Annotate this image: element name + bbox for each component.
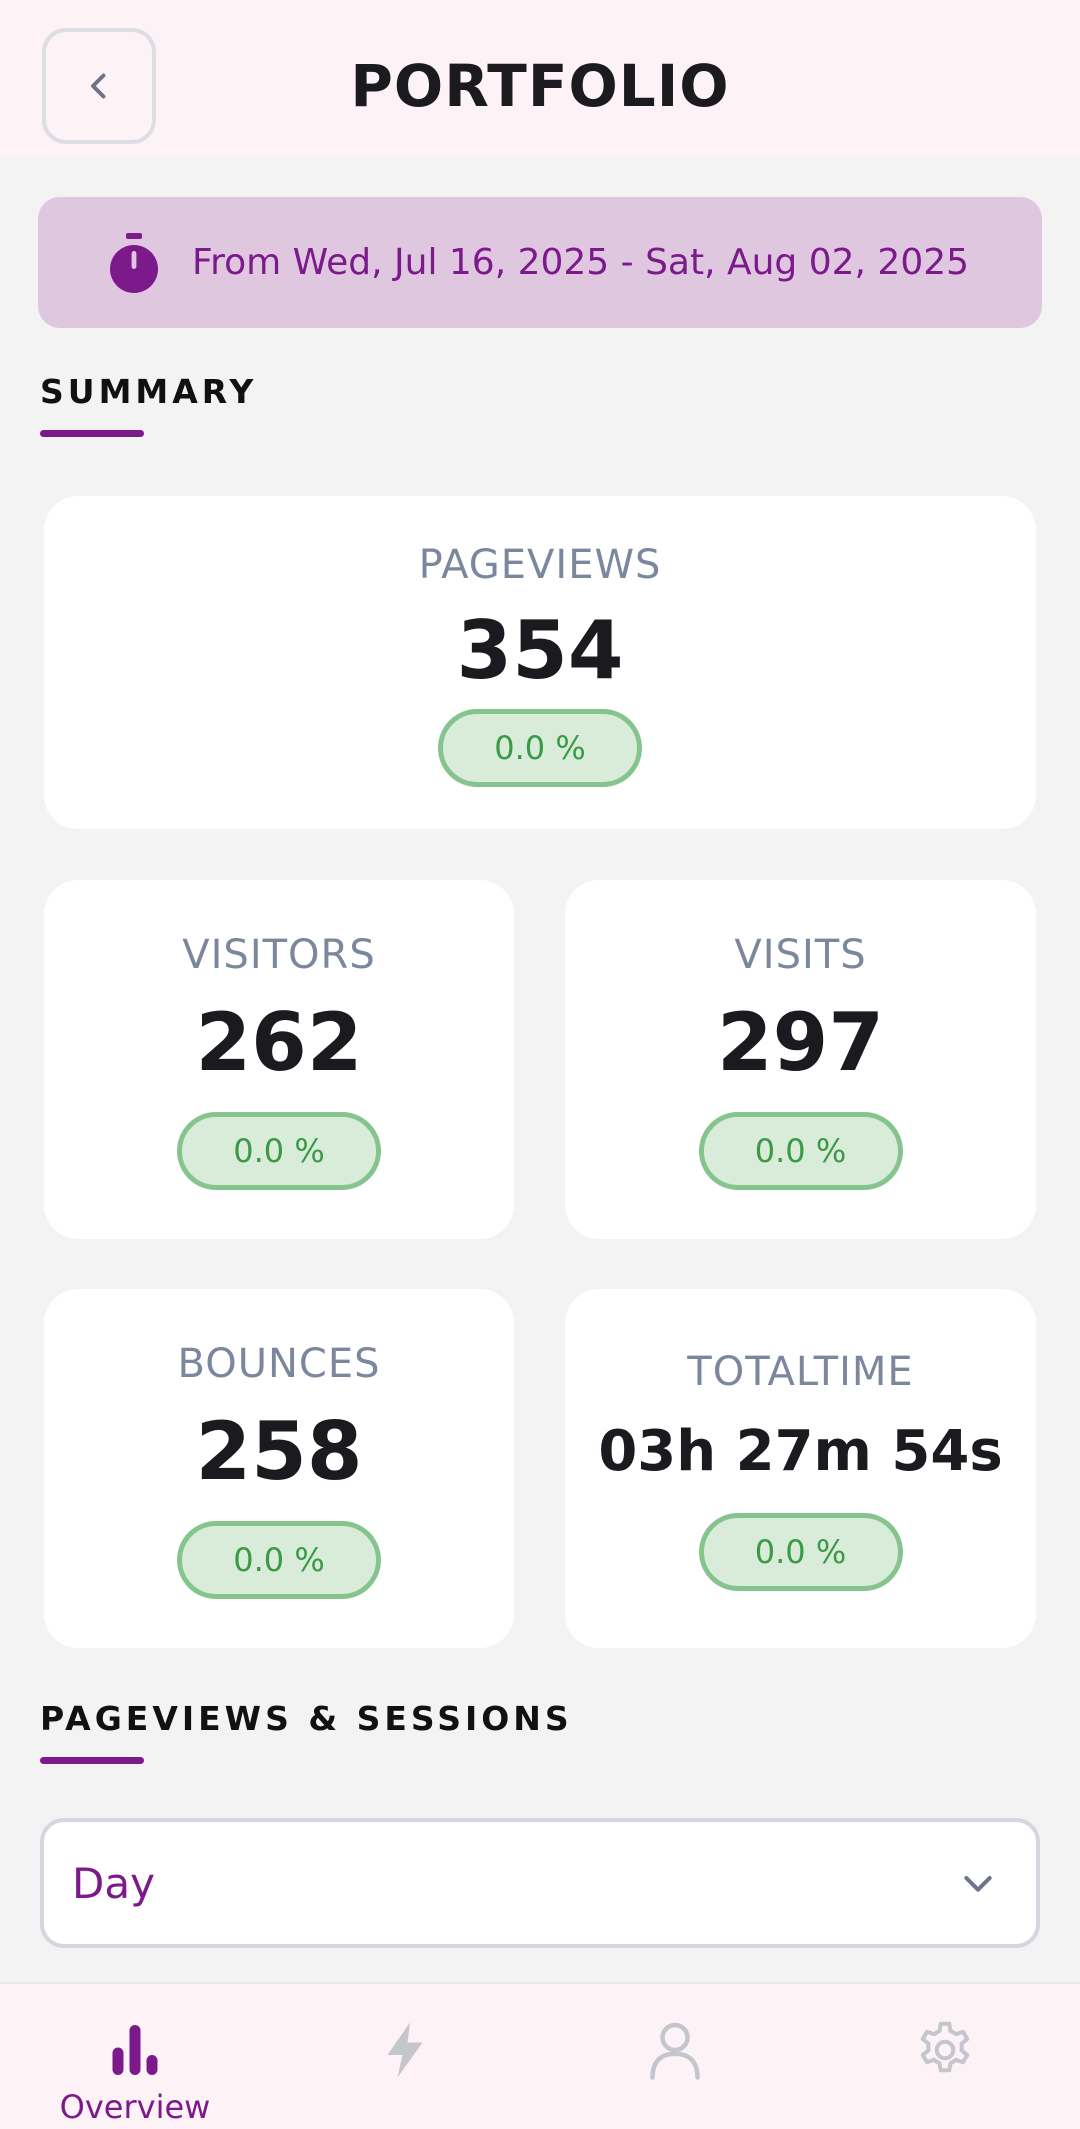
gear-icon bbox=[920, 2021, 970, 2073]
nav-item-settings[interactable] bbox=[810, 1984, 1080, 2129]
bottom-nav: Overview bbox=[0, 1982, 1080, 2129]
date-range-banner[interactable]: From Wed, Jul 16, 2025 - Sat, Aug 02, 20… bbox=[38, 197, 1042, 328]
lightning-icon bbox=[387, 2022, 423, 2078]
visitors-card: VISITORS 262 0.0 % bbox=[44, 880, 514, 1239]
pageviews-card: PAGEVIEWS 354 0.0 % bbox=[44, 496, 1036, 829]
visitors-value: 262 bbox=[195, 996, 363, 1089]
date-range-text: From Wed, Jul 16, 2025 - Sat, Aug 02, 20… bbox=[192, 242, 970, 283]
app-header: PORTFOLIO bbox=[0, 0, 1080, 157]
visitors-label: VISITORS bbox=[182, 932, 376, 978]
bounces-change-badge: 0.0 % bbox=[177, 1521, 381, 1599]
pageviews-value: 354 bbox=[456, 604, 624, 697]
totaltime-value: 03h 27m 54s bbox=[598, 1419, 1003, 1484]
visits-card: VISITS 297 0.0 % bbox=[565, 880, 1036, 1239]
bounces-label: BOUNCES bbox=[177, 1341, 381, 1387]
sessions-title: PAGEVIEWS & SESSIONS bbox=[40, 1699, 573, 1738]
chevron-down-icon bbox=[964, 1876, 992, 1892]
pageviews-label: PAGEVIEWS bbox=[418, 542, 662, 588]
user-icon bbox=[650, 2022, 700, 2080]
nav-item-activity[interactable] bbox=[270, 1984, 540, 2129]
totaltime-change-badge: 0.0 % bbox=[698, 1513, 903, 1591]
nav-label-overview: Overview bbox=[59, 2088, 211, 2126]
visits-label: VISITS bbox=[734, 932, 867, 978]
pageviews-change-badge: 0.0 % bbox=[438, 709, 642, 787]
sessions-underline bbox=[40, 1757, 144, 1764]
period-select-value: Day bbox=[72, 1858, 155, 1908]
bar-chart-icon bbox=[112, 2025, 158, 2075]
nav-item-overview[interactable]: Overview bbox=[0, 1984, 270, 2129]
visits-change-badge: 0.0 % bbox=[698, 1112, 903, 1190]
stopwatch-icon bbox=[110, 232, 158, 293]
bounces-card: BOUNCES 258 0.0 % bbox=[44, 1289, 514, 1648]
nav-item-profile[interactable] bbox=[540, 1984, 810, 2129]
visits-value: 297 bbox=[717, 996, 884, 1089]
totaltime-label: TOTALTIME bbox=[687, 1349, 914, 1395]
totaltime-card: TOTALTIME 03h 27m 54s 0.0 % bbox=[565, 1289, 1036, 1648]
summary-title: SUMMARY bbox=[40, 372, 258, 411]
page-title: PORTFOLIO bbox=[350, 52, 730, 120]
period-select[interactable]: Day bbox=[40, 1818, 1040, 1948]
summary-underline bbox=[40, 430, 144, 437]
bounces-value: 258 bbox=[195, 1405, 363, 1498]
visitors-change-badge: 0.0 % bbox=[177, 1112, 381, 1190]
